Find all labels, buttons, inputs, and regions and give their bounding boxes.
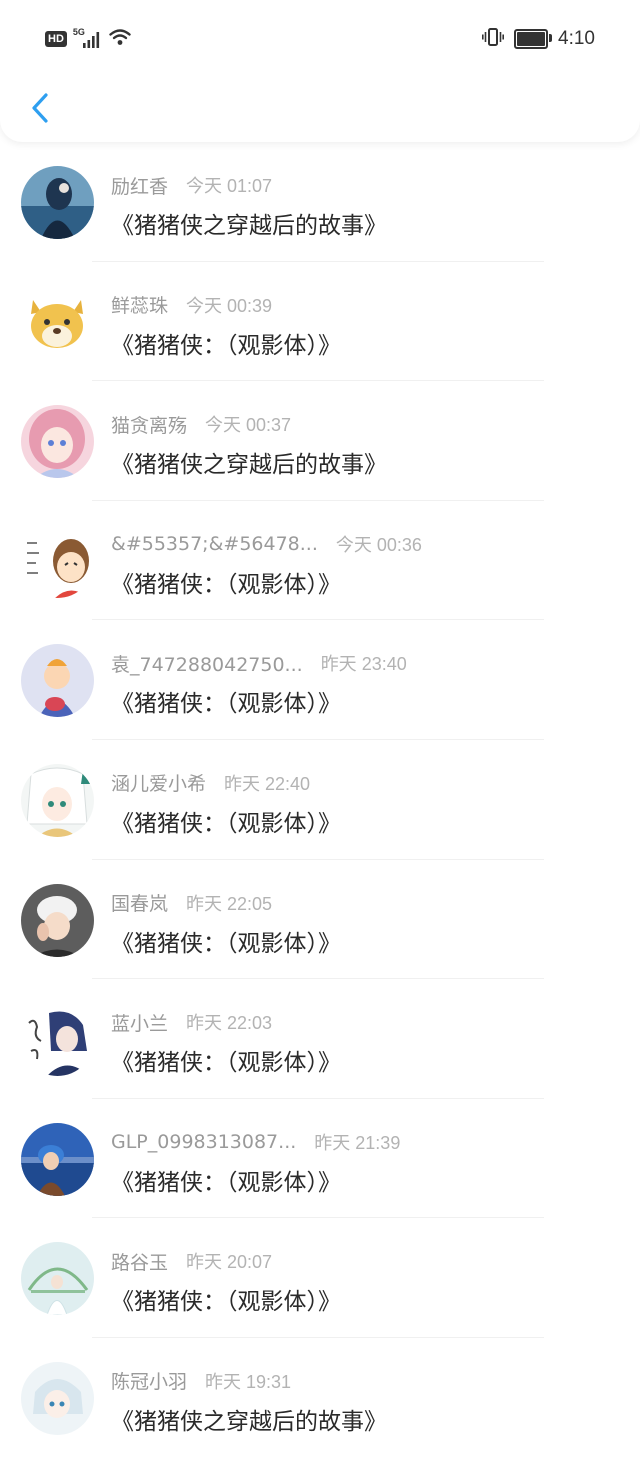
item-meta: 陈冠小羽 昨天 19:31 <box>111 1368 291 1394</box>
avatar <box>21 1122 94 1196</box>
list-item[interactable]: 路谷玉 昨天 20:07 《猪猪侠：（观影体）》 <box>0 1218 640 1338</box>
username: 猫贪离殇 <box>111 414 188 437</box>
username: 鲜蕊珠 <box>111 295 169 318</box>
list-item[interactable]: 猫贪离殇 今天 00:37 《猪猪侠之穿越后的故事》 <box>0 381 640 501</box>
clock: 4:10 <box>558 28 595 49</box>
item-meta: GLP_0998313087... 昨天 21:39 <box>111 1129 400 1155</box>
item-meta: 袁_747288042750... 昨天 23:40 <box>111 650 407 676</box>
hd-icon: HD <box>45 31 67 47</box>
username: 袁_747288042750... <box>111 653 303 676</box>
avatar <box>21 883 94 957</box>
reader-list: 励红香 今天 01:07 《猪猪侠之穿越后的故事》 鲜蕊珠 今天 00:39 《… <box>0 142 640 1458</box>
list-item[interactable]: 陈冠小羽 昨天 19:31 《猪猪侠之穿越后的故事》 <box>0 1338 640 1458</box>
back-button[interactable] <box>20 86 60 130</box>
book-title: 《猪猪侠：（观影体）》 <box>111 1050 341 1077</box>
wifi-icon <box>109 28 131 50</box>
list-item[interactable]: &#55357;&#56478... 今天 00:36 《猪猪侠：（观影体）》 <box>0 501 640 621</box>
item-meta: 鲜蕊珠 今天 00:39 <box>111 292 272 318</box>
avatar <box>21 1242 94 1316</box>
book-title: 《猪猪侠：（观影体）》 <box>111 691 341 718</box>
list-item[interactable]: 涵儿爱小希 昨天 22:40 《猪猪侠：（观影体）》 <box>0 740 640 860</box>
list-item[interactable]: GLP_0998313087... 昨天 21:39 《猪猪侠：（观影体）》 <box>0 1099 640 1219</box>
timestamp: 昨天 19:31 <box>205 1371 292 1392</box>
timestamp: 昨天 20:07 <box>186 1252 273 1273</box>
status-right: 4:10 <box>482 26 595 52</box>
timestamp: 昨天 22:40 <box>224 773 311 794</box>
book-title: 《猪猪侠之穿越后的故事》 <box>111 213 387 239</box>
timestamp: 今天 00:36 <box>335 534 422 555</box>
vibrate-icon <box>482 27 505 51</box>
list-item[interactable]: 蓝小兰 昨天 22:03 《猪猪侠：（观影体）》 <box>0 979 640 1099</box>
timestamp: 昨天 21:39 <box>314 1132 401 1153</box>
book-title: 《猪猪侠之穿越后的故事》 <box>111 452 387 479</box>
book-title: 《猪猪侠：（观影体）》 <box>111 1169 341 1196</box>
avatar <box>21 1003 94 1077</box>
avatar <box>21 524 94 598</box>
username: 涵儿爱小希 <box>111 773 207 796</box>
timestamp: 今天 00:39 <box>186 295 273 316</box>
cellular-signal-icon: 5G <box>73 27 103 50</box>
item-meta: &#55357;&#56478... 今天 00:36 <box>111 531 422 557</box>
avatar <box>21 644 94 718</box>
item-meta: 路谷玉 昨天 20:07 <box>111 1248 272 1274</box>
username: 蓝小兰 <box>111 1012 169 1035</box>
item-meta: 国春岚 昨天 22:05 <box>111 890 272 916</box>
username: GLP_0998313087... <box>111 1130 297 1153</box>
timestamp: 昨天 22:03 <box>186 1013 273 1034</box>
item-meta: 励红香 今天 01:07 <box>111 172 272 198</box>
book-title: 《猪猪侠：（观影体）》 <box>111 571 341 598</box>
timestamp: 今天 01:07 <box>186 176 273 196</box>
chevron-left-icon <box>32 93 48 123</box>
avatar <box>21 285 94 359</box>
list-item[interactable]: 励红香 今天 01:07 《猪猪侠之穿越后的故事》 <box>0 142 640 262</box>
status-bar: HD 5G 4:10 <box>0 0 640 76</box>
username: 陈冠小羽 <box>111 1371 188 1394</box>
avatar <box>21 763 94 837</box>
book-title: 《猪猪侠：（观影体）》 <box>111 810 341 837</box>
book-title: 《猪猪侠之穿越后的故事》 <box>111 1408 387 1435</box>
book-title: 《猪猪侠：（观影体）》 <box>111 930 341 957</box>
avatar <box>21 405 94 479</box>
timestamp: 昨天 23:40 <box>320 654 407 675</box>
timestamp: 今天 00:37 <box>205 415 292 436</box>
item-meta: 蓝小兰 昨天 22:03 <box>111 1009 272 1035</box>
avatar <box>21 166 94 239</box>
avatar <box>21 1361 94 1435</box>
list-item[interactable]: 袁_747288042750... 昨天 23:40 《猪猪侠：（观影体）》 <box>0 620 640 740</box>
list-item[interactable]: 鲜蕊珠 今天 00:39 《猪猪侠：（观影体）》 <box>0 262 640 382</box>
username: 路谷玉 <box>111 1251 169 1274</box>
status-left: HD 5G <box>45 27 131 51</box>
book-title: 《猪猪侠：（观影体）》 <box>111 332 341 359</box>
username: &#55357;&#56478... <box>111 532 318 555</box>
book-title: 《猪猪侠：（观影体）》 <box>111 1289 341 1316</box>
username: 励红香 <box>111 175 169 198</box>
list-item[interactable]: 国春岚 昨天 22:05 《猪猪侠：（观影体）》 <box>0 860 640 980</box>
username: 国春岚 <box>111 893 169 916</box>
timestamp: 昨天 22:05 <box>186 893 273 914</box>
battery-icon <box>514 29 553 49</box>
app-header: HD 5G 4:10 <box>0 0 640 142</box>
item-meta: 猫贪离殇 今天 00:37 <box>111 411 291 437</box>
item-meta: 涵儿爱小希 昨天 22:40 <box>111 770 310 796</box>
